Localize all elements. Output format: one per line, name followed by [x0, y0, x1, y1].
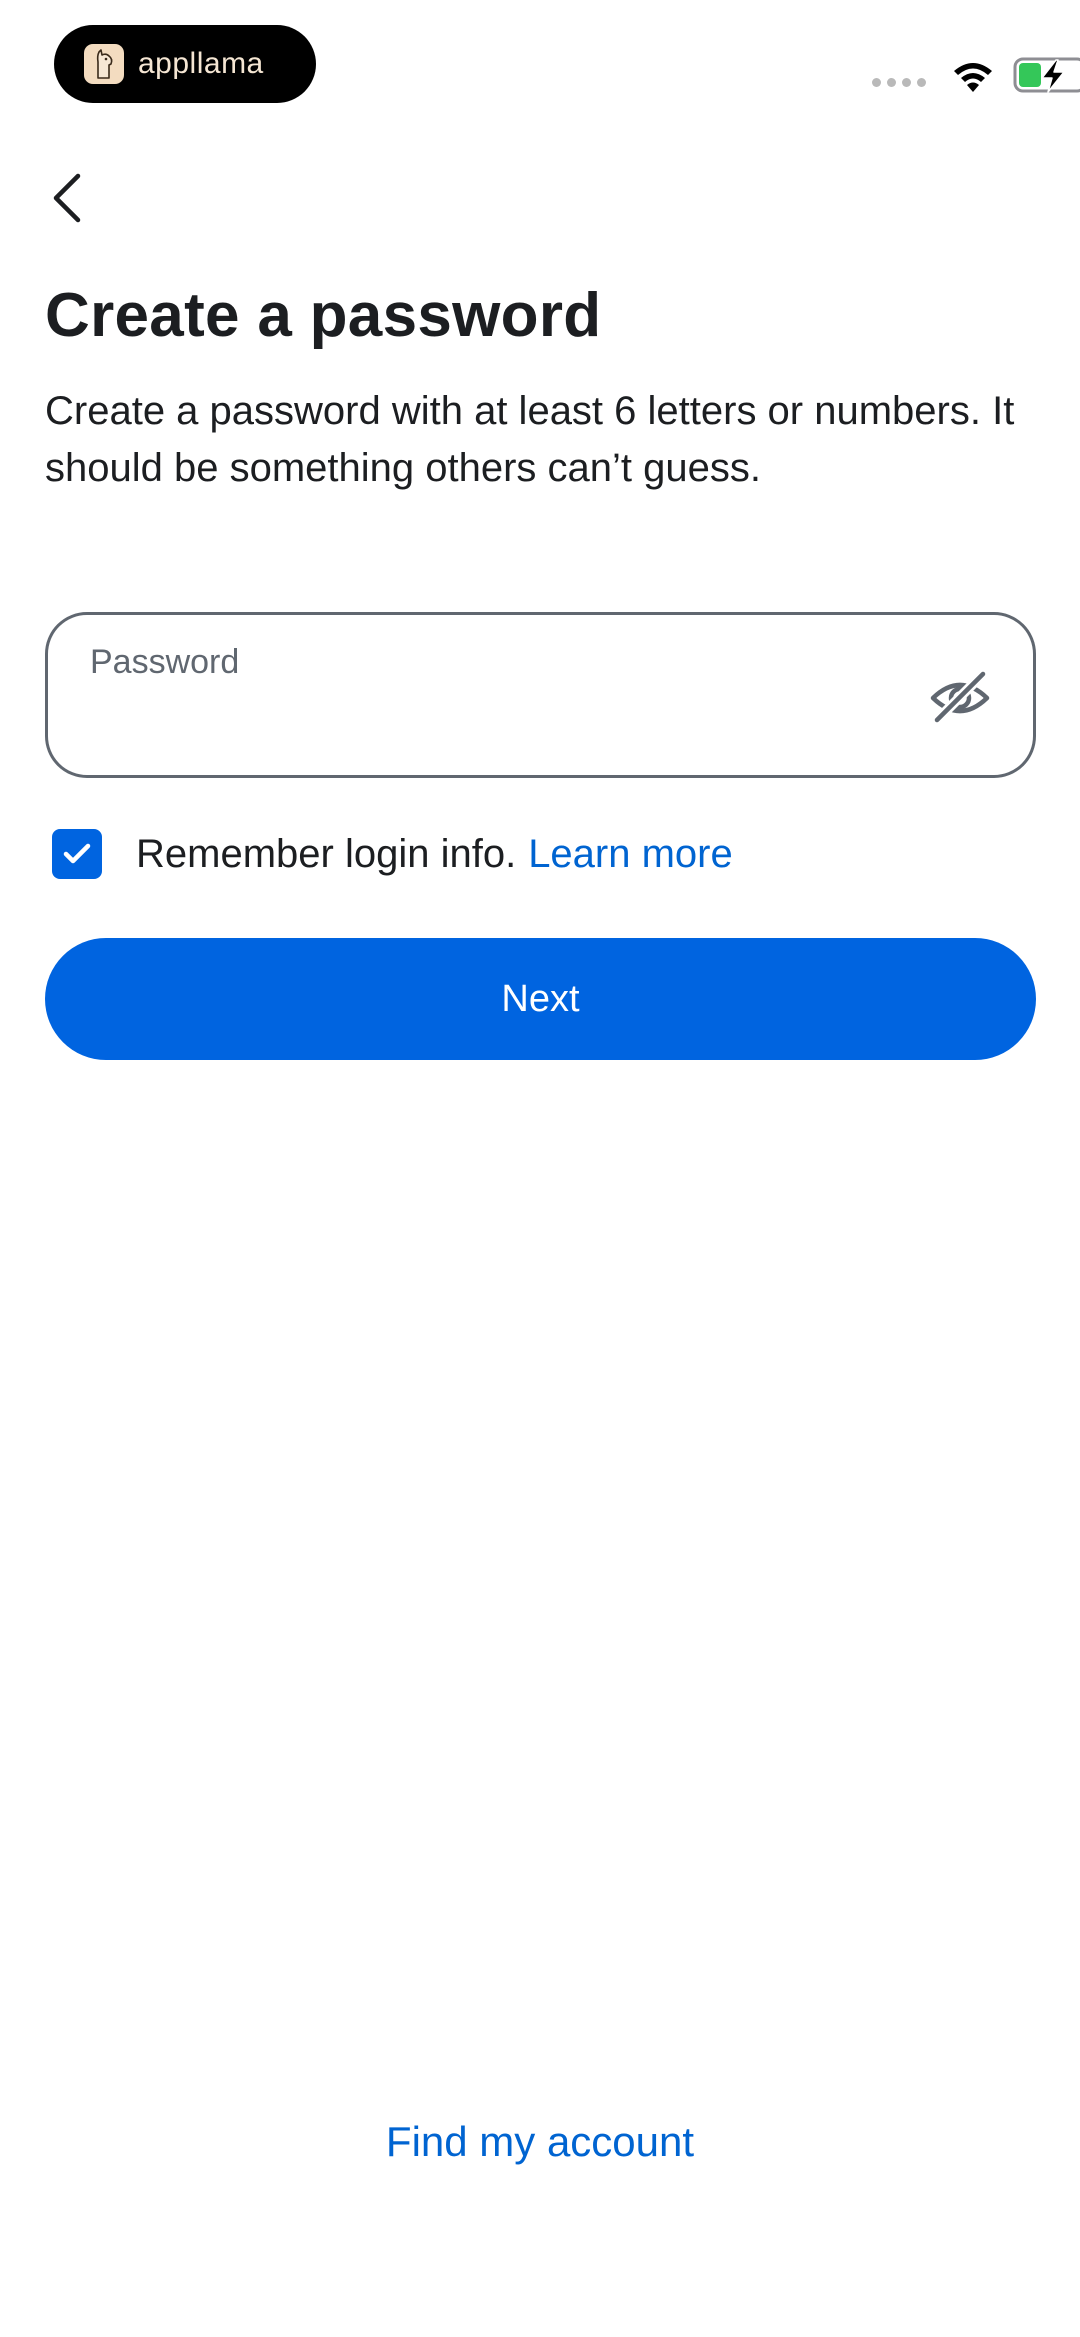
- create-password-screen: appllama Create a password Create a pass…: [0, 0, 1080, 2337]
- status-bar: appllama: [0, 0, 1080, 120]
- password-label: Password: [90, 643, 240, 681]
- eye-off-icon: [930, 670, 990, 724]
- find-my-account-link[interactable]: Find my account: [0, 2118, 1080, 2166]
- remember-login-label: Remember login info.: [136, 831, 517, 876]
- page-description: Create a password with at least 6 letter…: [45, 389, 1015, 490]
- checkmark-icon: [63, 843, 91, 864]
- brand-name: appllama: [138, 47, 264, 80]
- chevron-left-icon: [53, 173, 81, 223]
- battery-charging-icon: [1013, 57, 1080, 93]
- password-input[interactable]: [90, 695, 890, 749]
- toggle-password-visibility-button[interactable]: [927, 665, 993, 731]
- signal-icon: [872, 78, 926, 87]
- brand-badge: appllama: [54, 25, 316, 103]
- remember-login-row: Remember login info. Learn more: [52, 826, 733, 882]
- system-status-icons: [780, 40, 1080, 93]
- learn-more-link[interactable]: Learn more: [528, 832, 733, 877]
- page-title: Create a password: [45, 281, 602, 350]
- remember-login-checkbox[interactable]: [52, 829, 102, 879]
- back-button[interactable]: [40, 170, 96, 226]
- password-field[interactable]: Password: [45, 612, 1036, 778]
- next-button[interactable]: Next: [45, 938, 1036, 1060]
- wifi-icon: [954, 63, 992, 92]
- llama-logo-icon: [84, 44, 124, 84]
